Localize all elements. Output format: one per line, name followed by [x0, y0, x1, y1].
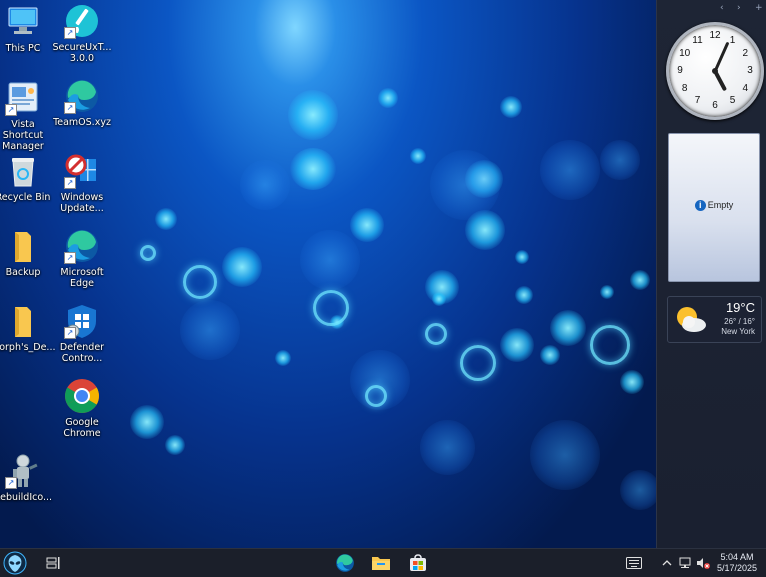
folder-icon: [5, 303, 41, 339]
desktop-icon-label: Microsoft Edge: [60, 267, 104, 289]
shortcut-arrow-icon: ↗: [64, 252, 76, 264]
desktop-icon-secureuxtheme[interactable]: ↗ SecureUxT... 3.0.0: [50, 3, 114, 64]
sidebar-next-button[interactable]: ›: [737, 3, 741, 13]
desktop-icon-label: Defender Contro...: [59, 342, 105, 364]
folder-icon: [372, 557, 390, 570]
desktop-icon-rebuildico[interactable]: ↗ RebuildIco...: [0, 453, 55, 503]
touch-keyboard-button[interactable]: [624, 549, 644, 577]
keyboard-icon: [626, 557, 642, 569]
computer-icon: [5, 4, 41, 40]
clock-gadget[interactable]: 12 1 2 3 4 5 6 7 8 9 10 11: [666, 22, 764, 120]
network-button[interactable]: [677, 549, 693, 577]
desktop-icon-label: Morph's_De...: [0, 342, 56, 353]
clock-number: 11: [692, 34, 703, 46]
desktop-background: This PC ↗ Vista Shortcut Manager Recycle…: [0, 0, 656, 548]
edge-icon: [336, 554, 354, 572]
clock-number: 2: [742, 47, 749, 59]
gadget-sidebar: ‹ › + 12 1 2 3 4 5 6 7 8 9 10 11 i Empty 19°C 26° / …: [656, 0, 766, 548]
shortcut-arrow-icon: ↗: [5, 477, 17, 489]
shortcut-arrow-icon: ↗: [64, 102, 76, 114]
sidebar-add-gadget-button[interactable]: +: [755, 3, 763, 13]
clock-number: 10: [679, 47, 691, 59]
partly-cloudy-icon: [677, 307, 706, 332]
desktop-icon-label: Google Chrome: [63, 417, 101, 439]
start-button[interactable]: [0, 549, 30, 577]
shortcut-arrow-icon: ↗: [5, 104, 17, 116]
paintbrush-icon: ↗: [64, 3, 100, 39]
desktop-icon-defender-control[interactable]: ↗ Defender Contro...: [50, 303, 114, 364]
desktop-icon-label: Backup: [5, 267, 41, 278]
clock-number: 9: [677, 65, 683, 76]
notes-gadget[interactable]: i Empty: [668, 133, 760, 282]
shortcut-arrow-icon: ↗: [64, 177, 76, 189]
weather-range: 26° / 16°: [724, 317, 755, 326]
clock-minute-hand: [713, 41, 730, 72]
volume-muted-icon: [697, 558, 710, 569]
desktop-icon-backup[interactable]: Backup: [0, 228, 55, 278]
alien-start-icon: [3, 551, 27, 575]
desktop-icon-morphs-de[interactable]: Morph's_De...: [0, 303, 56, 353]
desktop-icon-label: SecureUxT... 3.0.0: [52, 42, 112, 64]
notes-message: Empty: [707, 200, 734, 210]
taskbar-edge-button[interactable]: [333, 549, 357, 577]
store-icon: [410, 554, 426, 571]
desktop-icon-vista-shortcut-manager[interactable]: ↗ Vista Shortcut Manager: [0, 80, 55, 152]
desktop-icon-label: This PC: [5, 43, 41, 54]
clock-number: 8: [681, 82, 688, 94]
clock-number: 12: [709, 30, 721, 41]
task-view-button[interactable]: [42, 549, 64, 577]
desktop-icon-teamos[interactable]: ↗ TeamOS.xyz: [50, 78, 114, 128]
taskbar-file-explorer-button[interactable]: [369, 549, 393, 577]
edge-icon: ↗: [64, 228, 100, 264]
robot-icon: ↗: [5, 453, 41, 489]
clock-number: 4: [742, 82, 749, 94]
shortcut-arrow-icon: ↗: [64, 27, 76, 39]
clock-pivot: [712, 68, 718, 74]
taskbar-store-button[interactable]: [406, 549, 430, 577]
desktop-icon-google-chrome[interactable]: Google Chrome: [50, 378, 114, 439]
chrome-icon: [64, 378, 100, 414]
windows-update-blocker-icon: ↗: [64, 153, 100, 189]
clock-number: 7: [694, 95, 701, 107]
weather-temperature: 19°C: [725, 300, 755, 315]
desktop-icon-windows-update-blocker[interactable]: ↗ Windows Update...: [50, 153, 114, 214]
volume-button[interactable]: [695, 549, 711, 577]
sidebar-prev-button[interactable]: ‹: [720, 3, 724, 13]
desktop-icon-label: Vista Shortcut Manager: [2, 119, 44, 152]
desktop-icon-recycle-bin[interactable]: Recycle Bin: [0, 153, 55, 203]
shortcut-arrow-icon: ↗: [64, 327, 76, 339]
folder-icon: [5, 228, 41, 264]
weather-location: New York: [721, 327, 755, 336]
desktop-icon-label: RebuildIco...: [0, 492, 53, 503]
desktop-icon-microsoft-edge[interactable]: ↗ Microsoft Edge: [50, 228, 114, 289]
task-view-icon: [46, 557, 60, 569]
tray-time: 5:04 AM: [720, 552, 754, 562]
info-icon: i: [694, 200, 706, 212]
weather-gadget[interactable]: 19°C 26° / 16° New York: [667, 296, 762, 343]
network-icon: [679, 557, 691, 568]
show-hidden-icons-button[interactable]: [660, 549, 674, 577]
desktop-icon-label: Recycle Bin: [0, 192, 51, 203]
desktop-icon-this-pc[interactable]: This PC: [0, 4, 55, 54]
desktop-icon-label: TeamOS.xyz: [53, 117, 111, 128]
defender-icon: ↗: [64, 303, 100, 339]
taskbar-clock[interactable]: 5:04 AM 5/17/2025: [712, 549, 762, 577]
shortcut-manager-icon: ↗: [5, 80, 41, 116]
tray-date: 5/17/2025: [716, 563, 758, 573]
clock-number: 5: [729, 95, 736, 107]
clock-number: 6: [712, 100, 718, 111]
recycle-bin-icon: [5, 153, 41, 189]
taskbar: 5:04 AM 5/17/2025: [0, 548, 766, 577]
clock-number: 3: [747, 65, 753, 76]
edge-icon: ↗: [64, 78, 100, 114]
desktop-icon-label: Windows Update...: [60, 192, 104, 214]
chevron-up-icon: [662, 560, 672, 566]
